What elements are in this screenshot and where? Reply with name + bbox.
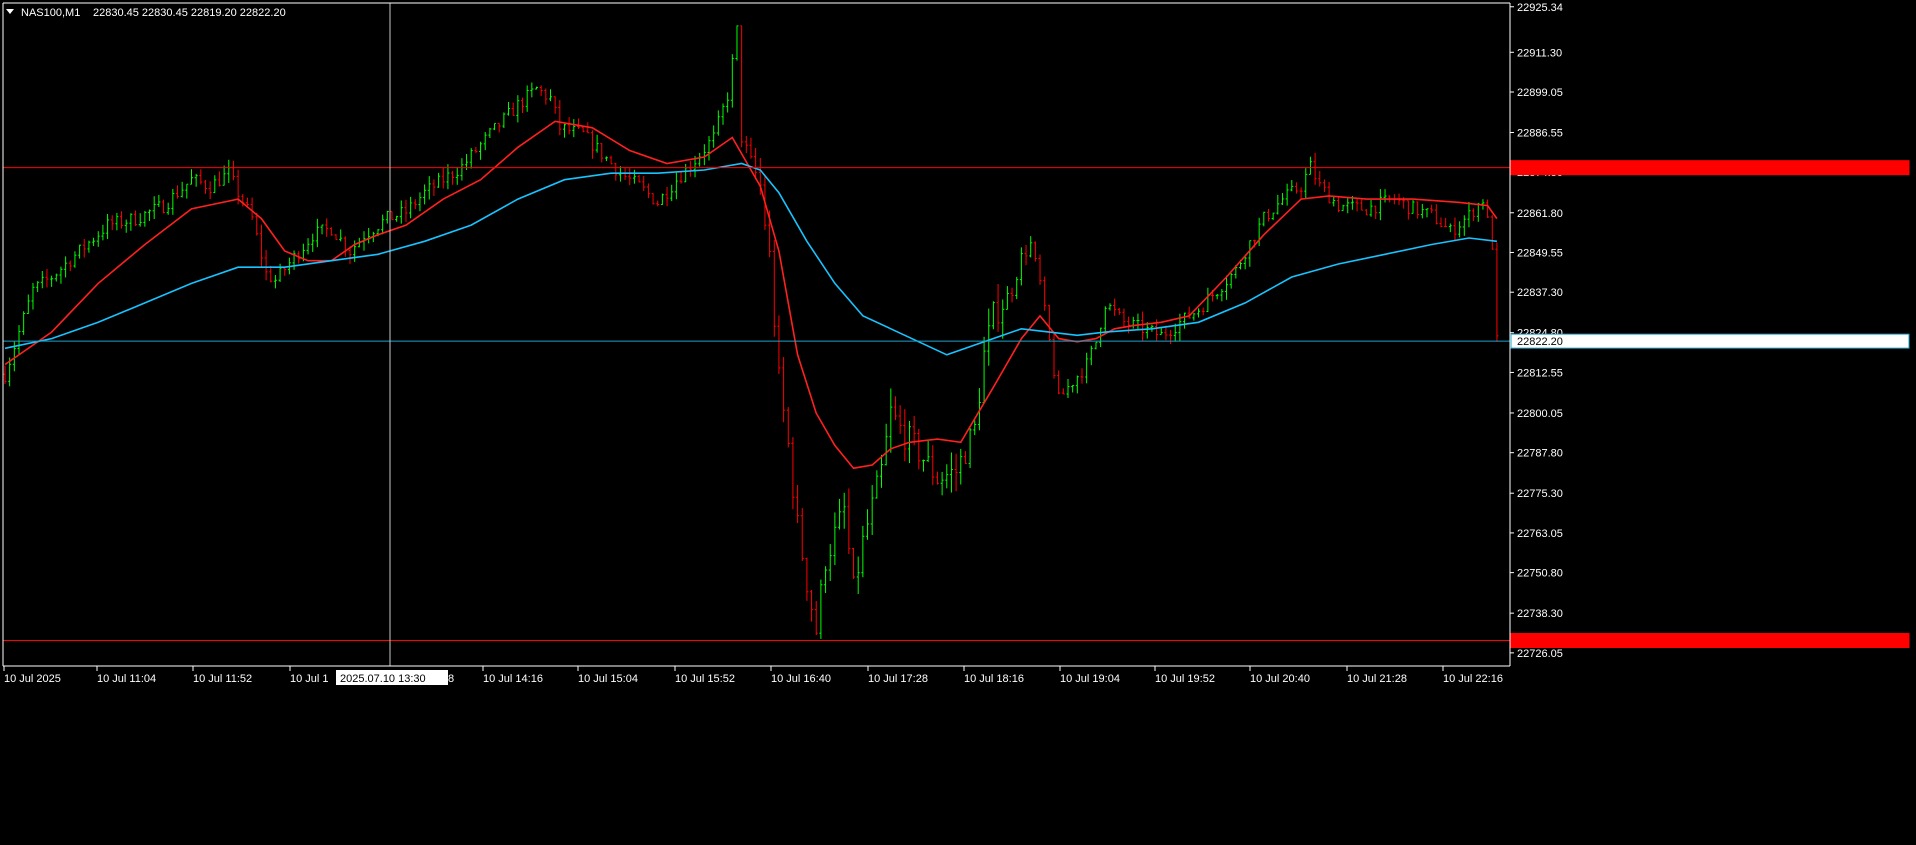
crosshair-time-label: 2025.07.10 13:30	[340, 673, 426, 685]
x-tick-label: 10 Jul 17:28	[868, 673, 928, 685]
x-tick-label: 10 Jul 19:04	[1060, 673, 1120, 685]
x-tick-label: 10 Jul 18:16	[964, 673, 1024, 685]
x-tick-label: 10 Jul 11:04	[97, 673, 156, 685]
y-tick-label: 22886.55	[1517, 128, 1563, 140]
y-tick-label: 22800.05	[1517, 408, 1563, 420]
x-tick-label: 10 Jul 21:28	[1347, 673, 1407, 685]
y-tick-label: 22726.05	[1517, 648, 1563, 660]
chart-canvas[interactable]: 2025.07.10 13:30 22925.34 22911.30 22899.0…	[0, 0, 1916, 840]
level-price-label-box	[1510, 633, 1910, 649]
dropdown-triangle-icon[interactable]	[6, 9, 14, 14]
x-tick-label: 10 Jul 14:16	[483, 673, 543, 685]
y-tick-label: 22775.30	[1517, 488, 1563, 500]
x-tick-label-partial: 8	[448, 673, 454, 685]
y-tick-label: 22899.05	[1517, 87, 1563, 99]
y-tick-label: 22925.34	[1517, 2, 1563, 14]
y-tick-label: 22763.05	[1517, 528, 1563, 540]
x-tick-label: 10 Jul 19:52	[1155, 673, 1215, 685]
candles-layer	[3, 25, 1499, 639]
current-price-label: 22822.20	[1517, 336, 1563, 348]
y-tick-label: 22787.80	[1517, 448, 1563, 460]
y-tick-label: 22750.80	[1517, 568, 1563, 580]
current-price-label-box	[1510, 333, 1910, 349]
level-price-label: 22729.86	[1517, 636, 1563, 648]
y-tick-label: 22812.55	[1517, 367, 1563, 379]
y-tick-label: 22861.80	[1517, 208, 1563, 220]
y-tick-label: 22837.30	[1517, 287, 1563, 299]
level-price-label: 22875.71	[1517, 163, 1563, 175]
horizontal-lines-layer[interactable]	[3, 167, 1510, 642]
x-tick-label: 10 Jul 15:52	[675, 673, 735, 685]
axes: 22925.3422911.3022899.0522886.5522874.30…	[2, 2, 1910, 685]
level-price-label-box	[1510, 160, 1910, 176]
chart-header: NAS100,M1 22830.45 22830.45 22819.20 228…	[6, 7, 286, 19]
ohlc-values: 22830.45 22830.45 22819.20 22822.20	[93, 7, 286, 19]
x-tick-label: 10 Jul 20:40	[1250, 673, 1310, 685]
x-tick-label: 10 Jul 2025	[4, 673, 61, 685]
crosshair: 2025.07.10 13:30	[336, 3, 448, 685]
moving-average-slow-line	[4, 162, 1497, 356]
y-tick-label: 22911.30	[1517, 47, 1562, 59]
symbol-timeframe: NAS100,M1	[21, 7, 80, 19]
y-tick-label: 22849.55	[1517, 247, 1563, 259]
price-chart[interactable]: 2025.07.10 13:30 22925.34 22911.30 22899.0…	[0, 0, 1916, 840]
x-tick-label: 10 Jul 16:40	[771, 673, 831, 685]
x-tick-label: 10 Jul 1	[290, 673, 329, 685]
x-tick-label: 10 Jul 22:16	[1443, 673, 1503, 685]
y-tick-label: 22738.30	[1517, 608, 1563, 620]
x-tick-label: 10 Jul 15:04	[578, 673, 638, 685]
x-tick-label: 10 Jul 11:52	[193, 673, 252, 685]
